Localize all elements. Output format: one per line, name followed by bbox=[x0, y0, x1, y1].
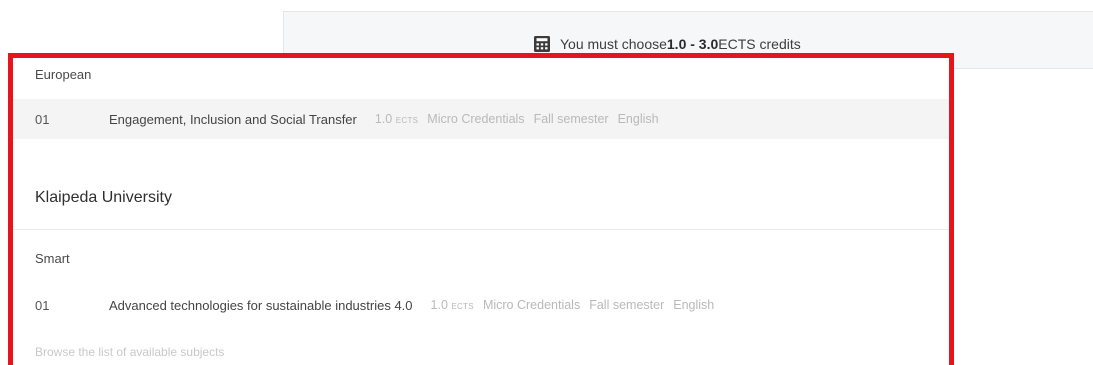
subject-language: English bbox=[617, 112, 659, 126]
subject-type: Micro Credentials bbox=[482, 298, 581, 312]
page: You must choose 1.0 - 3.0 ECTS credits E… bbox=[0, 0, 1093, 365]
calculator-icon bbox=[534, 36, 550, 52]
group-label-smart: Smart bbox=[35, 251, 70, 266]
subject-title[interactable]: Engagement, Inclusion and Social Transfe… bbox=[109, 112, 357, 127]
subject-type: Micro Credentials bbox=[427, 112, 525, 126]
highlighted-subject-list: European 01 Engagement, Inclusion and So… bbox=[8, 53, 954, 365]
group-label-european: European bbox=[35, 67, 92, 82]
browse-subjects-link[interactable]: Browse the list of available subjects bbox=[35, 345, 224, 359]
subject-number: 01 bbox=[35, 297, 50, 313]
subject-credits: 1.0 ECTS bbox=[430, 298, 474, 312]
subject-credits: 1.0 ECTS bbox=[374, 112, 419, 126]
credit-range: 1.0 - 3.0 bbox=[666, 36, 719, 52]
university-name: Klaipeda University bbox=[35, 189, 172, 206]
subject-row[interactable]: 01 Engagement, Inclusion and Social Tran… bbox=[13, 99, 949, 139]
subject-row[interactable]: 01 Advanced technologies for sustainable… bbox=[13, 285, 949, 325]
credit-text-prefix: You must choose bbox=[560, 36, 667, 52]
divider bbox=[13, 229, 949, 230]
subject-semester: Fall semester bbox=[533, 112, 609, 126]
subject-title[interactable]: Advanced technologies for sustainable in… bbox=[109, 298, 413, 313]
subject-language: English bbox=[673, 298, 715, 312]
credit-text-suffix: ECTS credits bbox=[718, 36, 801, 52]
credit-requirement-text: You must choose 1.0 - 3.0 ECTS credits bbox=[533, 35, 801, 53]
subject-number: 01 bbox=[35, 111, 50, 127]
subject-semester: Fall semester bbox=[589, 298, 665, 312]
